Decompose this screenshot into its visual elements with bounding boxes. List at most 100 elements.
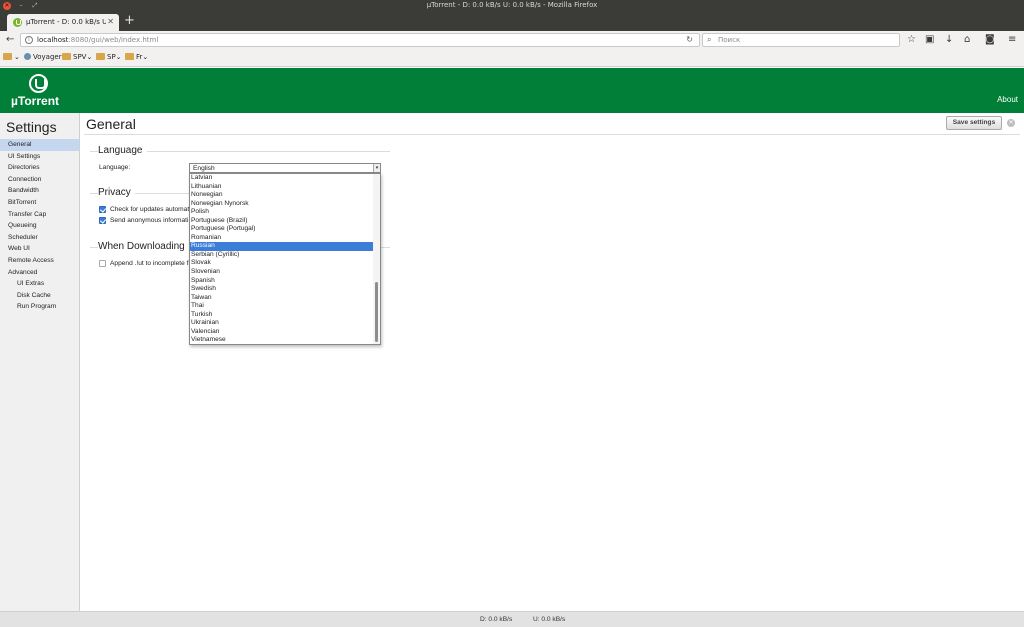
language-option[interactable]: Swedish: [190, 285, 374, 294]
bookmark-sp[interactable]: SP⌄: [96, 53, 122, 61]
language-dropdown-list[interactable]: Latvian Lithuanian Norwegian Norwegian N…: [189, 173, 381, 345]
chevron-down-icon[interactable]: ▾: [373, 164, 380, 172]
window-title: µTorrent - D: 0.0 kB/s U: 0.0 kB/s - Moz…: [426, 1, 598, 9]
tab-close-icon[interactable]: ✕: [107, 17, 114, 26]
utorrent-favicon-icon: [13, 18, 22, 27]
sidebar-item-disk-cache[interactable]: Disk Cache: [0, 290, 79, 302]
sidebar-item-scheduler[interactable]: Scheduler: [0, 232, 79, 244]
close-icon[interactable]: ✕: [1007, 119, 1015, 127]
language-option[interactable]: Thai: [190, 302, 374, 311]
bookmark-fr[interactable]: Fr⌄: [125, 53, 148, 61]
language-select-value: English: [193, 165, 215, 172]
language-option[interactable]: Taiwan: [190, 294, 374, 303]
download-icon[interactable]: ↓: [945, 34, 953, 45]
language-option[interactable]: Portuguese (Brazil): [190, 217, 374, 226]
downloading-section-heading: When Downloading: [98, 241, 189, 252]
language-option[interactable]: Latvian: [190, 174, 374, 183]
download-speed: D: 0.0 kB/s: [480, 616, 513, 623]
language-option[interactable]: Slovak: [190, 259, 374, 268]
language-option[interactable]: Lithuanian: [190, 183, 374, 192]
language-option[interactable]: Portuguese (Portugal): [190, 225, 374, 234]
language-options: Latvian Lithuanian Norwegian Norwegian N…: [190, 174, 374, 344]
chevron-down-icon: ⌄: [142, 53, 149, 61]
sidebar-item-ui-settings[interactable]: UI Settings: [0, 151, 79, 163]
send-anonymous-label: Send anonymous informati: [110, 217, 189, 224]
check-updates-checkbox[interactable]: [99, 206, 106, 213]
bookmarks-bar: ⌄ Voyager SPV⌄ SP⌄ Fr⌄: [0, 49, 1024, 67]
chevron-down-icon: ⌄: [115, 53, 122, 61]
settings-nav: General UI Settings Directories Connecti…: [0, 139, 79, 313]
language-option[interactable]: Vietnamese: [190, 336, 374, 344]
browser-tab[interactable]: µTorrent - D: 0.0 kB/s U: ... ✕: [7, 14, 119, 31]
info-icon[interactable]: i: [25, 36, 33, 44]
bookmark-star-icon[interactable]: ☆: [907, 34, 916, 45]
language-option[interactable]: Norwegian Nynorsk: [190, 200, 374, 209]
navigation-bar: ← i localhost:8080/gui/web/index.html ↻ …: [0, 31, 1024, 49]
sidebar-item-bittorrent[interactable]: BitTorrent: [0, 197, 79, 209]
url-bar[interactable]: i localhost:8080/gui/web/index.html ↻: [20, 33, 700, 47]
sidebar-item-directories[interactable]: Directories: [0, 162, 79, 174]
language-select[interactable]: English ▾: [189, 163, 381, 173]
sidebar-item-queueing[interactable]: Queueing: [0, 220, 79, 232]
sidebar-item-advanced[interactable]: Advanced: [0, 267, 79, 279]
language-option[interactable]: Romanian: [190, 234, 374, 243]
url-text: localhost:8080/gui/web/index.html: [37, 36, 158, 44]
send-anonymous-checkbox[interactable]: [99, 217, 106, 224]
append-ut-checkbox[interactable]: [99, 260, 106, 267]
reload-icon[interactable]: ↻: [686, 35, 693, 44]
language-option[interactable]: Valencian: [190, 328, 374, 337]
bookmark-label: SPV: [73, 53, 87, 61]
privacy-section-heading: Privacy: [98, 187, 135, 198]
language-option[interactable]: Turkish: [190, 311, 374, 320]
sidebar-item-bandwidth[interactable]: Bandwidth: [0, 185, 79, 197]
language-option[interactable]: Slovenian: [190, 268, 374, 277]
title-divider: [84, 134, 1020, 135]
menu-icon[interactable]: ≡: [1008, 34, 1016, 45]
bookmark-folder-1[interactable]: ⌄: [3, 53, 20, 61]
back-arrow-icon[interactable]: ←: [6, 34, 14, 45]
search-icon: ⌕: [707, 35, 712, 44]
globe-icon: [24, 53, 31, 60]
url-path: :8080/gui/web/index.html: [68, 36, 159, 44]
dropdown-scrollbar[interactable]: [373, 174, 380, 344]
reading-list-icon[interactable]: ▣: [925, 34, 934, 45]
language-section-heading: Language: [98, 145, 147, 156]
chevron-down-icon: ⌄: [14, 53, 20, 61]
language-option[interactable]: Polish: [190, 208, 374, 217]
language-option[interactable]: Spanish: [190, 277, 374, 286]
sidebar-item-web-ui[interactable]: Web UI: [0, 243, 79, 255]
language-option[interactable]: Norwegian: [190, 191, 374, 200]
language-option[interactable]: Serbian (Cyrillic): [190, 251, 374, 260]
bookmark-voyager[interactable]: Voyager: [24, 53, 62, 61]
language-option[interactable]: Ukrainian: [190, 319, 374, 328]
search-placeholder: Поиск: [718, 36, 741, 44]
utorrent-logo-icon: [29, 74, 48, 93]
folder-icon: [62, 53, 71, 60]
app-logo-text: µTorrent: [11, 94, 60, 108]
window-titlebar: ✕ – ⤢ µTorrent - D: 0.0 kB/s U: 0.0 kB/s…: [0, 0, 1024, 12]
bookmark-label: SP: [107, 53, 116, 61]
page-title: General: [86, 116, 136, 132]
sidebar-item-transfer-cap[interactable]: Transfer Cap: [0, 209, 79, 221]
bookmark-label: Voyager: [33, 53, 62, 61]
language-option-highlighted[interactable]: Russian: [190, 242, 374, 251]
sidebar-item-general[interactable]: General: [0, 139, 79, 151]
upload-speed: U: 0.0 kB/s: [533, 616, 566, 623]
append-ut-label: Append .!ut to incomplete fi: [110, 260, 190, 267]
dropdown-scrollbar-thumb[interactable]: [375, 282, 378, 342]
home-icon[interactable]: ⌂: [964, 34, 970, 45]
pocket-icon[interactable]: ◙: [985, 34, 995, 45]
sidebar-item-remote-access[interactable]: Remote Access: [0, 255, 79, 267]
tab-title: µTorrent - D: 0.0 kB/s U: ...: [26, 18, 106, 26]
status-bar: D: 0.0 kB/s U: 0.0 kB/s: [0, 611, 1024, 627]
bookmark-spv[interactable]: SPV⌄: [62, 53, 92, 61]
new-tab-icon[interactable]: +: [124, 14, 135, 28]
search-bar[interactable]: ⌕ Поиск: [702, 33, 900, 47]
save-settings-button[interactable]: Save settings: [946, 116, 1002, 130]
folder-icon: [3, 53, 12, 60]
sidebar-item-connection[interactable]: Connection: [0, 174, 79, 186]
sidebar-item-run-program[interactable]: Run Program: [0, 301, 79, 313]
sidebar-item-ui-extras[interactable]: UI Extras: [0, 278, 79, 290]
language-label: Language:: [99, 164, 131, 171]
about-link[interactable]: About: [997, 95, 1018, 104]
